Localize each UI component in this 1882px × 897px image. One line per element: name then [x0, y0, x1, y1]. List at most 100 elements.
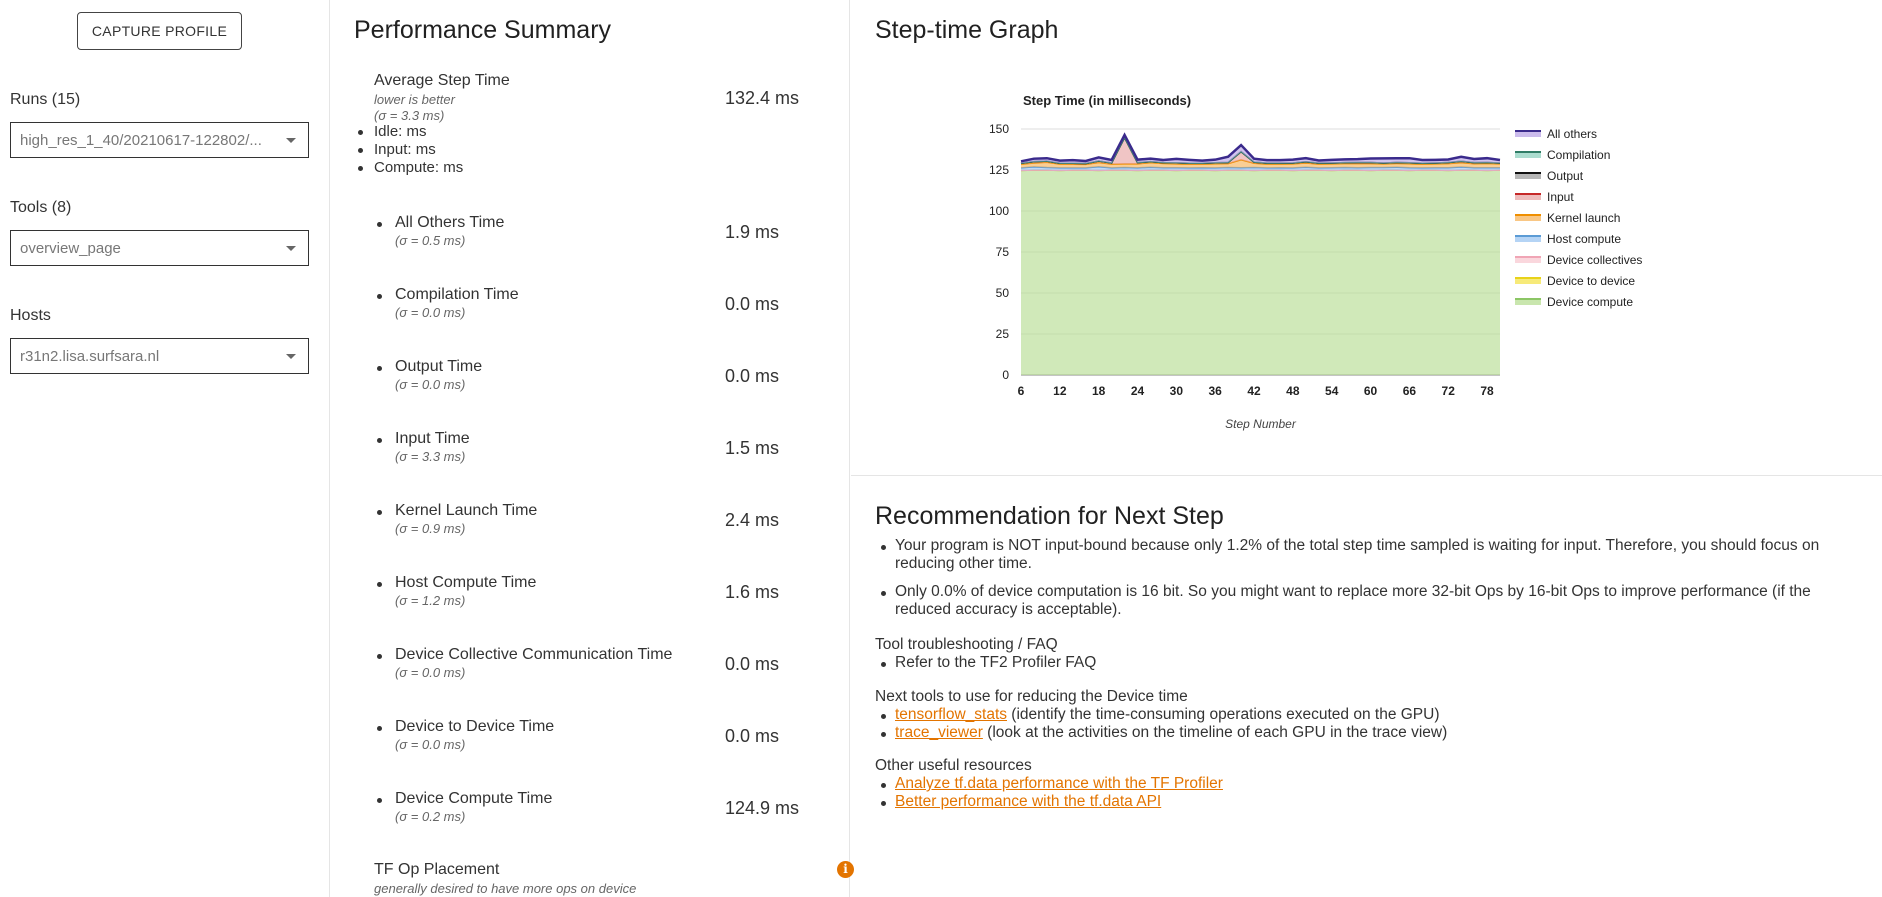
capture-profile-button[interactable]: CAPTURE PROFILE	[77, 12, 242, 50]
tensorflow-stats-link[interactable]: tensorflow_stats	[895, 706, 1007, 723]
metric-sigma: (σ = 3.3 ms)	[374, 108, 445, 123]
x-tick-label: 48	[1286, 384, 1300, 398]
x-tick-label: 54	[1325, 384, 1339, 398]
legend-label: Compilation	[1547, 148, 1610, 162]
x-tick-label: 42	[1247, 384, 1261, 398]
x-tick-label: 36	[1209, 384, 1223, 398]
metric-note: lower is better	[374, 92, 455, 107]
metric-name: All Others Time	[395, 214, 505, 231]
sidebar: CAPTURE PROFILE Runs (15) high_res_1_40/…	[0, 0, 330, 897]
step-time-chart: Step Time (in milliseconds)0255075100125…	[989, 93, 1642, 431]
list-item: Analyze tf.data performance with the TF …	[881, 775, 1223, 793]
y-tick-label: 125	[989, 163, 1009, 177]
y-tick-label: 100	[989, 204, 1009, 218]
metric-name: Input Time	[395, 430, 470, 447]
metric-value: 132.4 ms	[725, 88, 800, 108]
trace-viewer-link[interactable]: trace_viewer	[895, 724, 983, 741]
op-placement-description: generally desired to have more ops on de…	[374, 881, 637, 896]
metric-name: Compilation Time	[395, 286, 519, 303]
metric-sigma: (σ = 0.0 ms)	[395, 305, 466, 320]
metric-value: 0.0 ms	[725, 366, 780, 386]
legend-label: Output	[1547, 169, 1584, 183]
x-tick-label: 6	[1018, 384, 1025, 398]
recommendation-list: Your program is NOT input-bound because …	[881, 537, 1855, 619]
x-tick-label: 72	[1442, 384, 1456, 398]
list-item: Refer to the TF2 Profiler FAQ	[881, 654, 1096, 672]
faq-list: Refer to the TF2 Profiler FAQ	[881, 654, 1096, 672]
recommendation-panel: Recommendation for Next Step Your progra…	[851, 477, 1882, 897]
performance-summary-panel: Performance Summary Average Step Time lo…	[331, 0, 854, 897]
metric-value: 2.4 ms	[725, 510, 780, 530]
y-tick-label: 75	[996, 245, 1010, 259]
legend-label: Device to device	[1547, 274, 1635, 288]
faq-heading: Tool troubleshooting / FAQ	[875, 636, 1058, 653]
runs-select[interactable]: high_res_1_40/20210617-122802/...	[10, 122, 309, 158]
metric-value: 1.6 ms	[725, 582, 780, 602]
next-tools-list: tensorflow_stats (identify the time-cons…	[881, 706, 1447, 742]
metric-value: 1.9 ms	[725, 222, 780, 242]
legend-label: All others	[1547, 127, 1597, 141]
metric-name: Average Step Time	[374, 72, 510, 89]
metric-value: 124.9 ms	[725, 798, 800, 818]
performance-summary-title: Performance Summary	[354, 16, 612, 44]
list-item: Your program is NOT input-bound because …	[881, 537, 1855, 573]
metric-sigma: (σ = 0.5 ms)	[395, 233, 466, 248]
metric-name: Host Compute Time	[395, 574, 537, 591]
y-tick-label: 150	[989, 122, 1009, 136]
list-item: Better performance with the tf.data API	[881, 793, 1223, 811]
legend-label: Input	[1547, 190, 1574, 204]
average-breakdown-list: Idle: ms Input: ms Compute: ms	[358, 123, 463, 177]
op-placement-title: TF Op Placement	[374, 861, 500, 878]
tf-data-api-link[interactable]: Better performance with the tf.data API	[895, 793, 1161, 810]
x-tick-label: 18	[1092, 384, 1106, 398]
x-tick-label: 78	[1480, 384, 1494, 398]
list-item: Idle: ms	[358, 123, 463, 141]
tools-label: Tools (8)	[10, 199, 72, 216]
x-tick-label: 12	[1053, 384, 1067, 398]
metric-name: Device to Device Time	[395, 718, 555, 735]
series-all-others-line	[1020, 132, 1501, 163]
hosts-select[interactable]: r31n2.lisa.surfsara.nl	[10, 338, 309, 374]
resources-list: Analyze tf.data performance with the TF …	[881, 775, 1223, 811]
metric-sigma: (σ = 0.0 ms)	[395, 737, 466, 752]
metric-sigma: (σ = 1.2 ms)	[395, 593, 466, 608]
metric-sigma: (σ = 0.0 ms)	[395, 377, 466, 392]
runs-label: Runs (15)	[10, 91, 81, 108]
tools-select[interactable]: overview_page	[10, 230, 309, 266]
chevron-down-icon	[286, 246, 296, 251]
chevron-down-icon	[286, 138, 296, 143]
metric-name: Device Collective Communication Time	[395, 646, 673, 663]
metric-sigma: (σ = 3.3 ms)	[395, 449, 466, 464]
series-device-compute-area	[1021, 170, 1500, 375]
metric-sigma: (σ = 0.0 ms)	[395, 665, 466, 680]
resources-heading: Other useful resources	[875, 757, 1032, 774]
tools-select-value: overview_page	[20, 240, 121, 257]
metric-value: 0.0 ms	[725, 726, 780, 746]
y-tick-label: 0	[1002, 368, 1009, 382]
legend-label: Kernel launch	[1547, 211, 1620, 225]
next-tools-heading: Next tools to use for reducing the Devic…	[875, 688, 1188, 705]
x-tick-label: 30	[1170, 384, 1184, 398]
metric-value: 0.0 ms	[725, 654, 780, 674]
list-item: trace_viewer (look at the activities on …	[881, 724, 1447, 742]
x-tick-label: 24	[1131, 384, 1145, 398]
list-item: Input: ms	[358, 141, 463, 159]
y-tick-label: 50	[996, 286, 1010, 300]
metric-sigma: (σ = 0.9 ms)	[395, 521, 466, 536]
metric-sigma: (σ = 0.2 ms)	[395, 809, 466, 824]
tf-data-profiler-link[interactable]: Analyze tf.data performance with the TF …	[895, 775, 1223, 792]
chart-title: Step Time (in milliseconds)	[1023, 93, 1191, 108]
x-axis-label: Step Number	[1225, 417, 1297, 431]
legend-label: Device compute	[1547, 295, 1633, 309]
legend-label: Device collectives	[1547, 253, 1642, 267]
metric-name: Output Time	[395, 358, 483, 375]
metric-name: Device Compute Time	[395, 790, 553, 807]
metric-name: Kernel Launch Time	[395, 502, 538, 519]
x-tick-label: 66	[1403, 384, 1417, 398]
runs-select-value: high_res_1_40/20210617-122802/...	[20, 132, 262, 149]
y-tick-label: 25	[996, 327, 1010, 341]
list-item: Compute: ms	[358, 159, 463, 177]
chevron-down-icon	[286, 354, 296, 359]
step-time-graph-panel: Step-time Graph Step Time (in millisecon…	[851, 0, 1882, 476]
hosts-label: Hosts	[10, 307, 51, 324]
